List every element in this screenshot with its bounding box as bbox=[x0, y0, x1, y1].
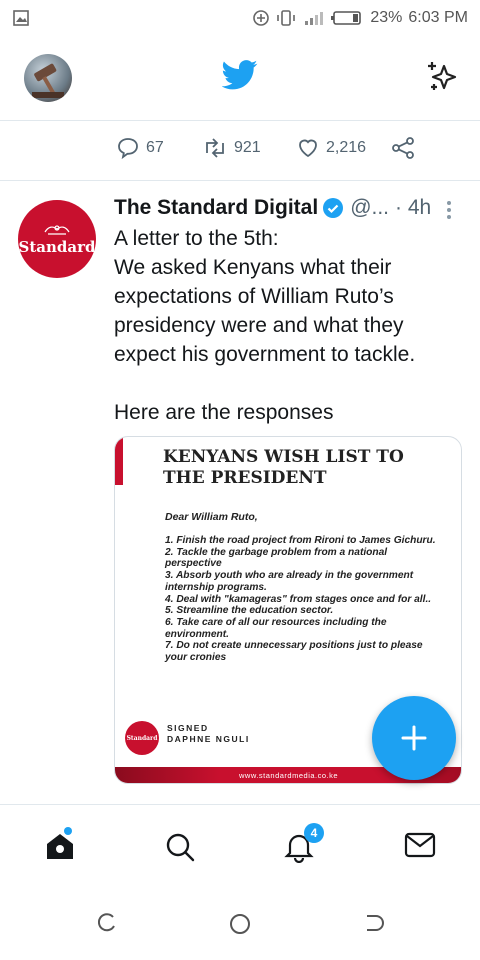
author-name[interactable]: The Standard Digital bbox=[114, 196, 318, 220]
home-icon bbox=[47, 834, 73, 859]
wish-list-item: 2. Tackle the garbage problem from a nat… bbox=[165, 546, 388, 570]
like-button[interactable]: 2,216 bbox=[296, 136, 390, 160]
tweet-text-line: A letter to the 5th: bbox=[114, 227, 279, 250]
wish-list-item: 5. Streamline the education sector. bbox=[165, 605, 334, 617]
home-unread-dot bbox=[64, 827, 72, 835]
divider bbox=[0, 180, 480, 181]
wish-list-item: 6. Take care of all our resources includ… bbox=[165, 616, 387, 640]
home-system-button[interactable] bbox=[228, 912, 252, 941]
clock: 6:03 PM bbox=[408, 9, 468, 26]
image-wish-list: 1. Finish the road project from Rironi t… bbox=[165, 535, 445, 664]
profile-avatar[interactable] bbox=[24, 54, 72, 102]
nav-messages[interactable] bbox=[404, 831, 436, 864]
reply-count: 67 bbox=[146, 139, 164, 156]
recents-icon bbox=[97, 913, 115, 932]
tweet-text-line: Here are the responses bbox=[114, 401, 334, 424]
notifications-badge: 4 bbox=[304, 823, 324, 843]
search-icon bbox=[166, 833, 195, 862]
sparkle-icon[interactable] bbox=[424, 58, 460, 99]
image-notification-icon bbox=[12, 9, 30, 27]
reply-button[interactable]: 67 bbox=[116, 136, 202, 160]
tweet-time: · 4h bbox=[395, 196, 432, 219]
tweet-text: A letter to the 5th: We asked Kenyans wh… bbox=[114, 224, 464, 427]
retweet-button[interactable]: 921 bbox=[202, 136, 296, 160]
twitter-bird-icon[interactable] bbox=[221, 60, 258, 95]
crest-icon bbox=[44, 225, 70, 235]
image-accent-bar bbox=[115, 437, 123, 485]
reply-icon bbox=[118, 138, 138, 160]
plus-icon bbox=[401, 725, 427, 751]
retweet-icon bbox=[206, 138, 224, 158]
image-salutation: Dear William Ruto, bbox=[165, 511, 258, 523]
heart-icon bbox=[299, 139, 317, 158]
wish-list-item: 1. Finish the road project from Rironi t… bbox=[165, 535, 436, 546]
battery-percent: 23% bbox=[370, 9, 403, 26]
wish-list-item: 7. Do not create unnecessary positions j… bbox=[165, 640, 423, 664]
tweet-header: The Standard Digital @... · 4h bbox=[114, 196, 431, 220]
share-button[interactable] bbox=[390, 136, 416, 160]
back-button[interactable] bbox=[362, 912, 384, 939]
nav-home[interactable] bbox=[44, 827, 76, 866]
more-options-icon[interactable] bbox=[444, 198, 454, 227]
divider bbox=[0, 120, 480, 121]
signed-name: DAPHNE NGULI bbox=[167, 734, 250, 744]
vibrate-icon bbox=[276, 9, 296, 27]
wish-list-item: 3. Absorb youth who are already in the g… bbox=[165, 570, 414, 593]
nav-search[interactable] bbox=[164, 831, 196, 868]
top-bar bbox=[0, 36, 480, 120]
status-bar: 23% 6:03 PM bbox=[0, 0, 480, 36]
bottom-navigation: 4 bbox=[0, 804, 480, 888]
previous-tweet-actions: 67 921 2,216 bbox=[116, 136, 416, 160]
mail-icon bbox=[404, 832, 436, 858]
recents-button[interactable] bbox=[96, 912, 118, 939]
signal-icon bbox=[302, 9, 324, 27]
image-signature: SIGNED DAPHNE NGULI bbox=[167, 723, 250, 745]
back-icon bbox=[367, 915, 384, 931]
like-count: 2,216 bbox=[326, 139, 367, 156]
image-footer-url: www.standardmedia.co.ke bbox=[239, 771, 339, 780]
author-avatar[interactable]: Standard bbox=[18, 200, 96, 278]
data-saver-icon bbox=[252, 9, 270, 27]
tweet-text-line: We asked Kenyans what their expectations… bbox=[114, 256, 416, 366]
verified-badge-icon bbox=[323, 198, 344, 218]
wish-list-item: 4. Deal with "kamageras" from stages onc… bbox=[165, 593, 432, 605]
compose-tweet-button[interactable] bbox=[372, 696, 456, 780]
circle-home-icon bbox=[230, 914, 250, 934]
system-navigation bbox=[0, 888, 480, 960]
image-title: KENYANS WISH LIST TO THE PRESIDENT bbox=[163, 447, 404, 488]
image-logo: Standard bbox=[125, 721, 159, 755]
avatar-logo-text: Standard bbox=[18, 238, 96, 256]
signed-label: SIGNED bbox=[167, 723, 209, 733]
author-handle[interactable]: @... bbox=[350, 196, 389, 220]
nav-notifications[interactable]: 4 bbox=[284, 823, 324, 868]
battery-icon bbox=[330, 9, 364, 27]
retweet-count: 921 bbox=[234, 139, 261, 156]
share-icon bbox=[392, 137, 414, 159]
